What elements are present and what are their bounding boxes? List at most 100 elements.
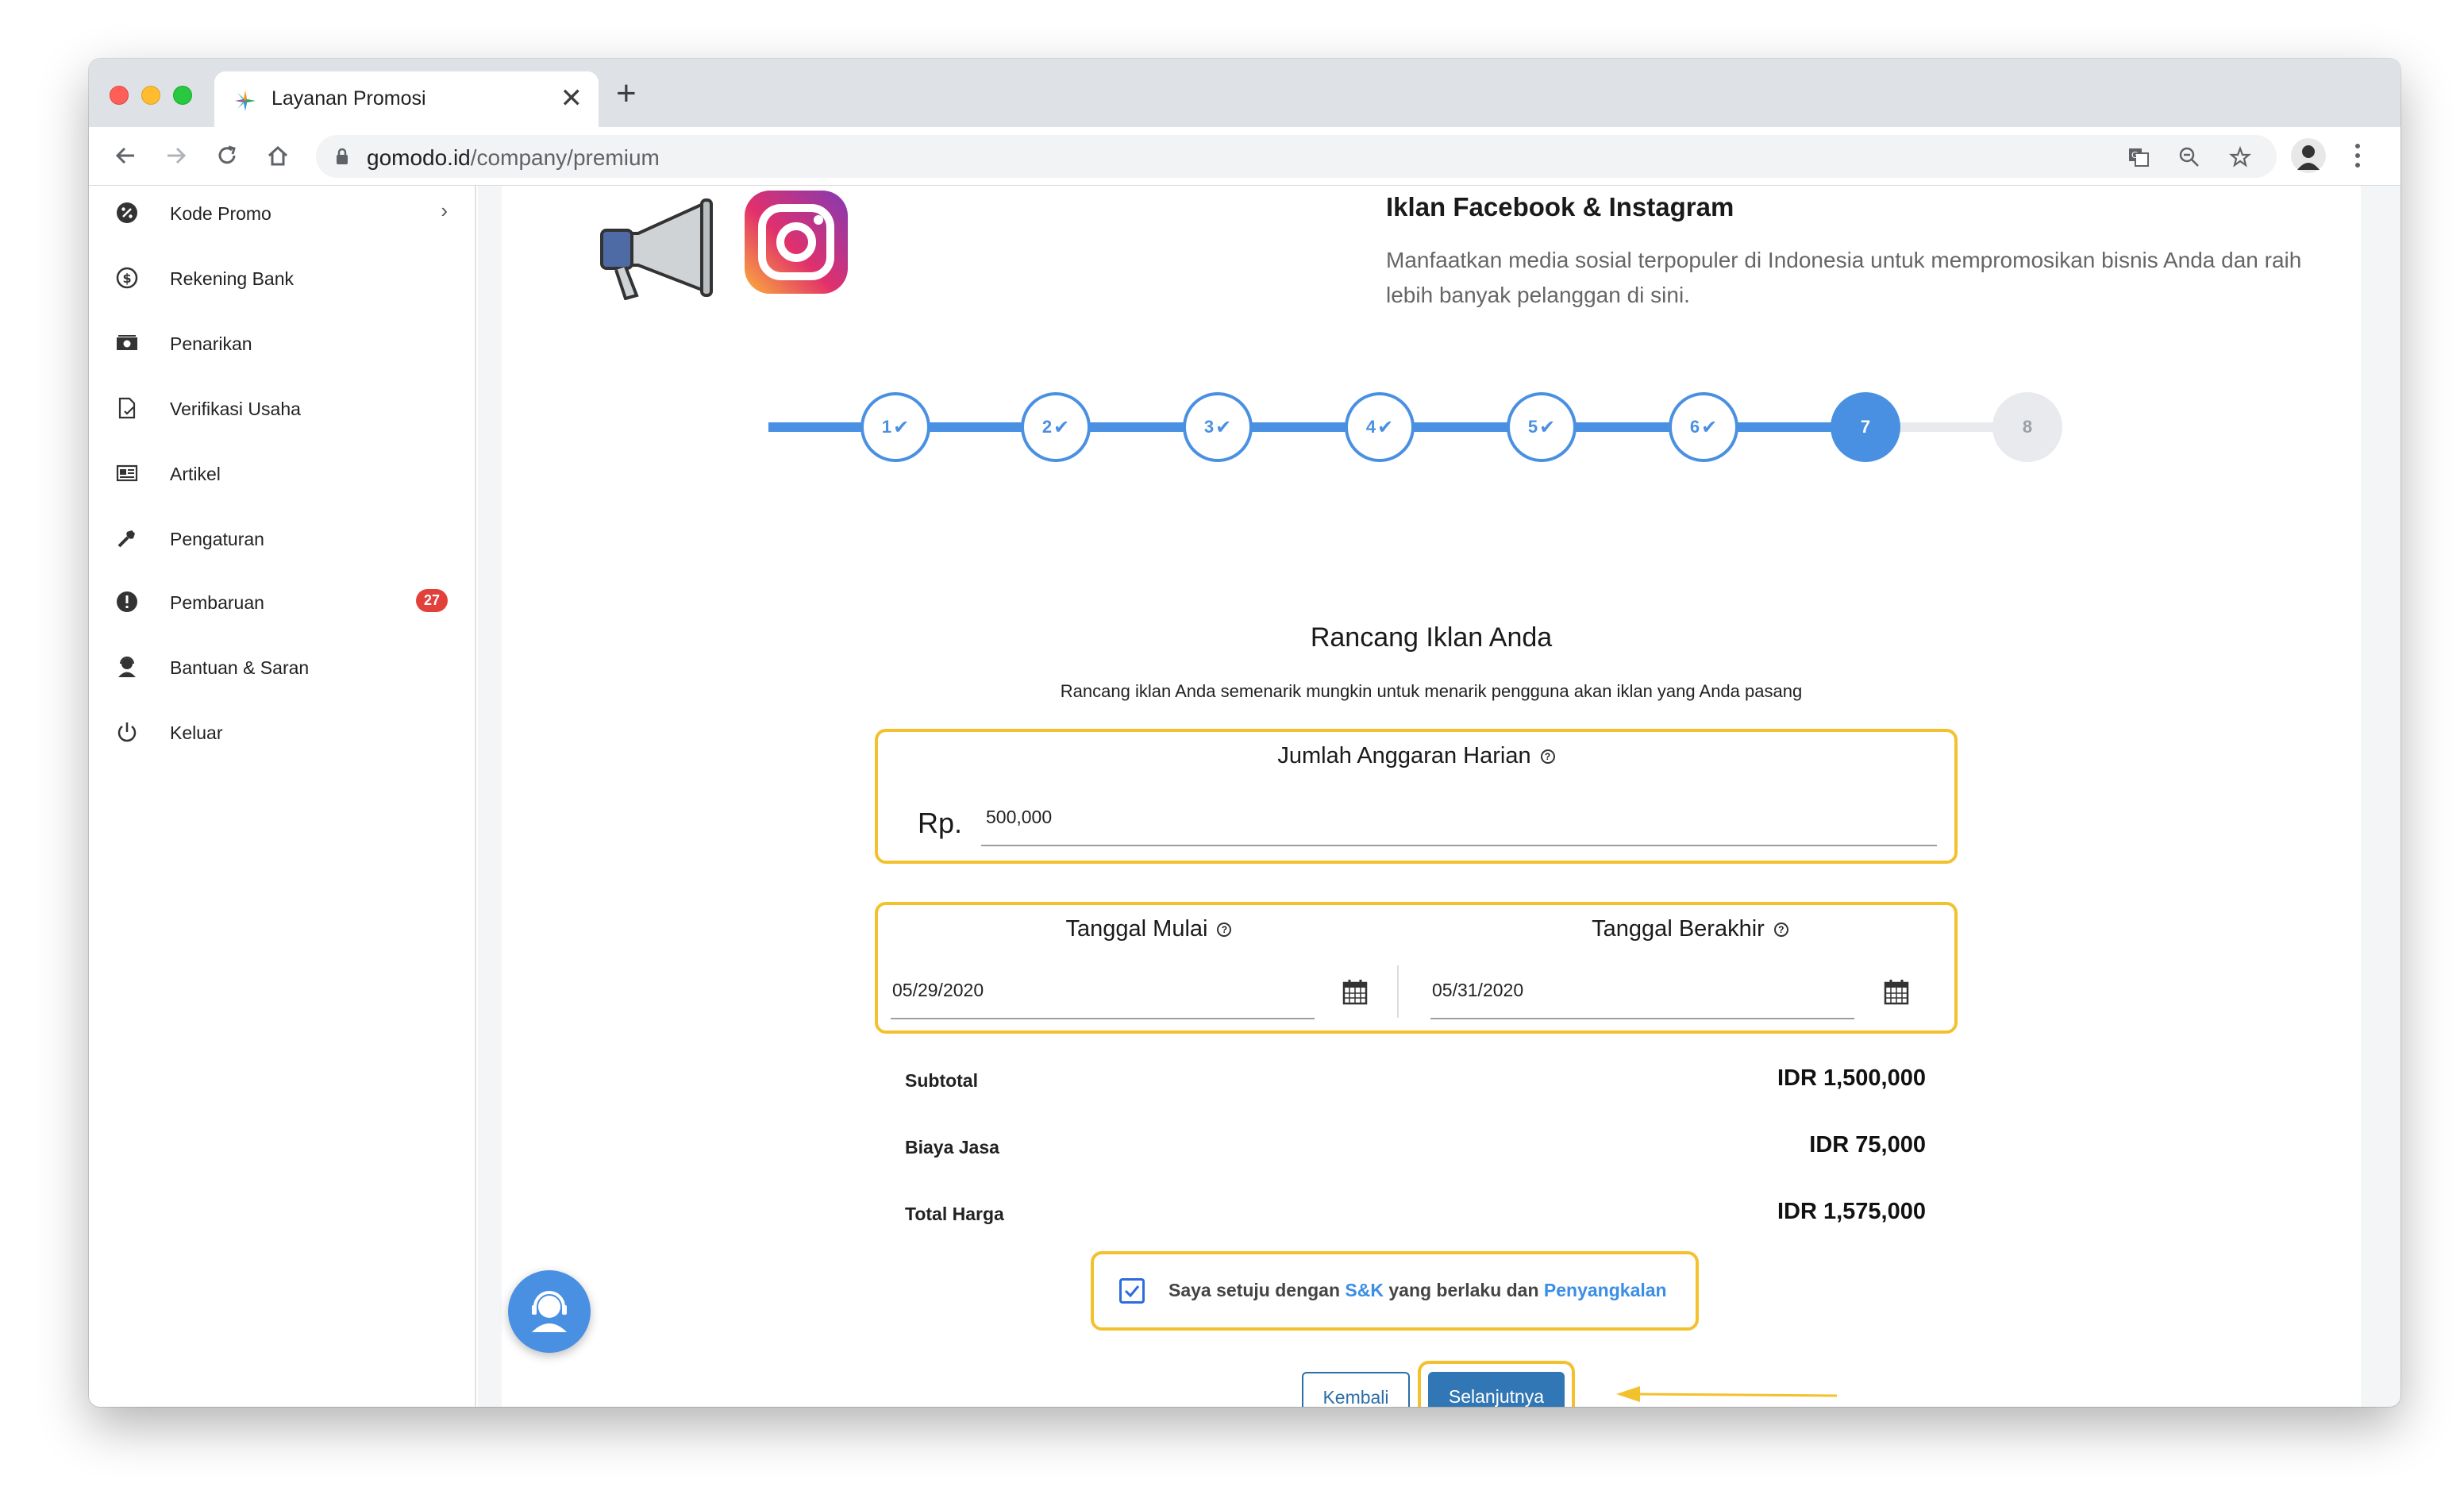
url-text: gomodo.id/company/premium — [367, 145, 660, 171]
address-bar[interactable]: gomodo.id/company/premium G — [316, 135, 2277, 178]
step-1[interactable]: 1 ✔ — [860, 392, 930, 462]
back-arrow-icon[interactable] — [108, 138, 143, 173]
page-title: Iklan Facebook & Instagram — [1386, 192, 1734, 221]
step-2[interactable]: 2 ✔ — [1021, 392, 1091, 462]
svg-text:$: $ — [123, 271, 132, 286]
subtotal-label: Subtotal — [905, 1070, 978, 1091]
step-number: 2 — [1041, 417, 1053, 437]
service-fee-value: IDR 75,000 — [1809, 1132, 1926, 1158]
step-5[interactable]: 5 ✔ — [1507, 392, 1577, 462]
help-icon[interactable]: ? — [1217, 923, 1232, 938]
budget-label: Jumlah Anggaran Harian? — [878, 743, 1954, 769]
progress-stepper: 1 ✔ 2 ✔ 3 ✔ 4 ✔ 5 ✔ 6 ✔ 7 8 — [768, 392, 2070, 462]
agreement-text: Saya setuju dengan S&K yang berlaku dan … — [1168, 1280, 1667, 1301]
sidebar-item-label: Rekening Bank — [170, 268, 294, 289]
sidebar-item-label: Keluar — [170, 722, 223, 743]
step-7-current[interactable]: 7 — [1831, 392, 1900, 462]
sidebar-item-pengaturan[interactable]: Pengaturan — [89, 513, 476, 564]
browser-window: Layanan Promosi ✕ + gomodo.id/company/pr… — [89, 59, 2400, 1407]
megaphone-icon — [600, 198, 713, 300]
next-button[interactable]: Selanjutnya — [1428, 1372, 1565, 1407]
url-host: gomodo.id — [367, 145, 471, 170]
subtotal-value: IDR 1,500,000 — [1777, 1065, 1926, 1091]
browser-tab[interactable]: Layanan Promosi ✕ — [214, 71, 599, 127]
tab-close-icon[interactable]: ✕ — [560, 83, 583, 114]
terms-link[interactable]: S&K — [1345, 1280, 1384, 1300]
new-tab-button[interactable]: + — [616, 75, 637, 113]
calendar-icon[interactable] — [1883, 978, 1910, 1005]
newspaper-icon — [116, 464, 138, 482]
svg-text:G: G — [2131, 150, 2139, 160]
sidebar-item-keluar[interactable]: Keluar — [89, 707, 476, 757]
minimize-window-button[interactable] — [141, 86, 160, 105]
sidebar-item-label: Penarikan — [170, 333, 252, 354]
close-window-button[interactable] — [110, 86, 129, 105]
budget-input-underline — [981, 845, 1937, 846]
arrow-left-icon — [1616, 1386, 1838, 1402]
bookmark-star-icon[interactable] — [2229, 146, 2251, 168]
budget-highlight-box: Jumlah Anggaran Harian? Rp. 500,000 — [875, 729, 1958, 864]
support-chat-button[interactable] — [508, 1270, 591, 1353]
notification-badge: 27 — [415, 589, 448, 612]
sidebar-item-rekening-bank[interactable]: $ Rekening Bank — [89, 252, 476, 303]
help-icon[interactable]: ? — [1540, 749, 1555, 765]
step-number: 7 — [1860, 417, 1871, 437]
end-date-label-text: Tanggal Berakhir — [1592, 916, 1765, 942]
disclaimer-link[interactable]: Penyangkalan — [1544, 1280, 1667, 1300]
agreement-checkbox[interactable] — [1119, 1278, 1145, 1304]
sidebar-item-artikel[interactable]: Artikel — [89, 448, 476, 499]
sidebar-item-pembaruan[interactable]: Pembaruan 27 — [89, 576, 476, 627]
maximize-window-button[interactable] — [173, 86, 192, 105]
translate-icon[interactable]: G — [2127, 146, 2150, 168]
tab-strip: Layanan Promosi ✕ + — [89, 59, 2400, 127]
start-date-input[interactable]: 05/29/2020 — [892, 980, 984, 1001]
step-3[interactable]: 3 ✔ — [1183, 392, 1253, 462]
step-number: 6 — [1689, 417, 1700, 437]
checkmark-icon — [1124, 1285, 1140, 1298]
profile-avatar[interactable] — [2291, 138, 2326, 173]
step-number: 4 — [1365, 417, 1376, 437]
support-agent-icon — [118, 657, 136, 677]
checkmark-icon: ✔ — [893, 416, 910, 438]
sidebar-item-penarikan[interactable]: Penarikan — [89, 318, 476, 368]
sidebar: Kode Promo › $ Rekening Bank Penarikan V… — [89, 186, 476, 1407]
reload-icon[interactable] — [210, 138, 244, 173]
dollar-circle-icon: $ — [116, 267, 138, 289]
step-4[interactable]: 4 ✔ — [1345, 392, 1415, 462]
calendar-icon[interactable] — [1342, 978, 1369, 1005]
sidebar-item-verifikasi-usaha[interactable]: Verifikasi Usaha — [89, 383, 476, 433]
budget-label-text: Jumlah Anggaran Harian — [1277, 743, 1531, 768]
checkmark-icon: ✔ — [1539, 416, 1556, 438]
end-date-input[interactable]: 05/31/2020 — [1432, 980, 1523, 1001]
browser-toolbar: gomodo.id/company/premium G — [89, 127, 2400, 186]
step-number: 1 — [881, 417, 892, 437]
agreement-prefix: Saya setuju dengan — [1168, 1280, 1346, 1300]
budget-input[interactable]: 500,000 — [986, 807, 1052, 828]
sidebar-item-label: Pembaruan — [170, 592, 264, 613]
sidebar-item-bantuan-saran[interactable]: Bantuan & Saran — [89, 641, 476, 692]
zoom-icon[interactable] — [2178, 146, 2200, 168]
back-button[interactable]: Kembali — [1302, 1372, 1410, 1407]
agreement-highlight-box: Saya setuju dengan S&K yang berlaku dan … — [1091, 1251, 1699, 1331]
money-icon — [117, 335, 137, 350]
step-6[interactable]: 6 ✔ — [1669, 392, 1738, 462]
help-icon[interactable]: ? — [1773, 923, 1788, 938]
forward-arrow-icon[interactable] — [159, 138, 194, 173]
step-number: 8 — [2022, 417, 2033, 437]
checkmark-icon: ✔ — [1701, 416, 1718, 438]
promo-card: Iklan Facebook & Instagram Manfaatkan me… — [502, 186, 2361, 1407]
main-content: Iklan Facebook & Instagram Manfaatkan me… — [478, 186, 2400, 1407]
total-price-label: Total Harga — [905, 1204, 1004, 1224]
dates-highlight-box: Tanggal Mulai? Tanggal Berakhir? 05/29/2… — [875, 902, 1958, 1034]
more-menu-icon[interactable] — [2350, 141, 2366, 174]
currency-prefix: Rp. — [918, 807, 963, 839]
sidebar-item-label: Verifikasi Usaha — [170, 399, 301, 419]
instagram-logo-icon — [745, 191, 848, 294]
total-price-value: IDR 1,575,000 — [1777, 1199, 1926, 1224]
start-date-label-text: Tanggal Mulai — [1065, 916, 1208, 942]
home-icon[interactable] — [260, 138, 295, 173]
checkmark-icon: ✔ — [1053, 416, 1070, 438]
end-date-underline — [1430, 1018, 1854, 1019]
sidebar-item-kode-promo[interactable]: Kode Promo › — [89, 187, 476, 238]
end-date-label: Tanggal Berakhir? — [1419, 916, 1961, 942]
